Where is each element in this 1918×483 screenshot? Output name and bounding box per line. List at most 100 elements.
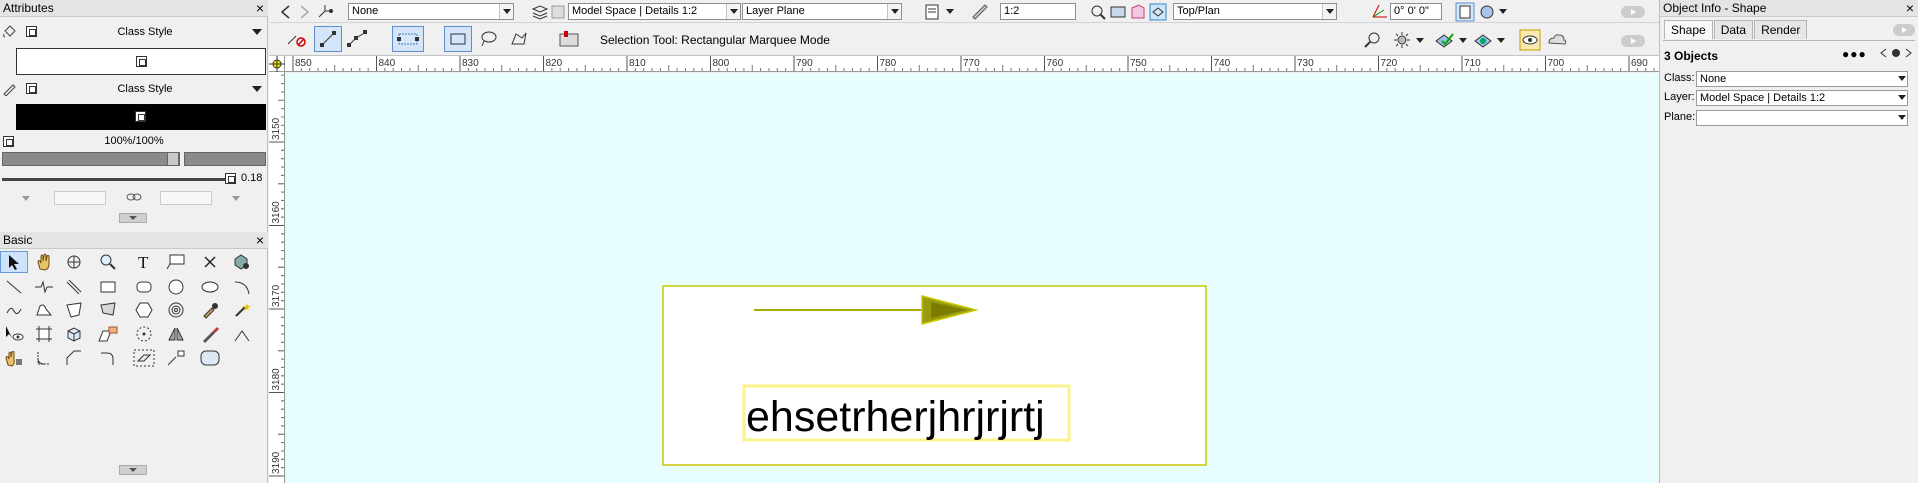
forward-arrow-icon[interactable] (295, 3, 313, 21)
layer-options-icon[interactable] (531, 3, 549, 21)
double-line-tool[interactable] (60, 276, 88, 298)
pen-opacity-slider[interactable] (184, 152, 266, 166)
flyover-tool[interactable] (60, 251, 88, 273)
active-class-combo[interactable]: None (348, 3, 514, 20)
active-plane-combo[interactable]: Layer Plane (742, 3, 902, 20)
attribute-mapping-tool[interactable] (0, 323, 28, 345)
close-object-info-icon[interactable]: × (1906, 0, 1914, 16)
multiple-object-scaling-button[interactable] (343, 26, 371, 52)
thickness-class-icon[interactable] (225, 173, 236, 184)
pen-preview-swatch[interactable] (16, 104, 266, 130)
fill-style-dropdown-icon[interactable] (252, 29, 262, 35)
start-marker-dropdown-icon[interactable] (22, 196, 30, 201)
pen-class-toggle-icon[interactable] (26, 83, 37, 94)
circle-tool[interactable] (162, 276, 190, 298)
freehand-tool[interactable] (0, 299, 28, 321)
smart-points-dropdown-icon[interactable] (1497, 38, 1505, 43)
lasso-marquee-button[interactable] (474, 26, 502, 52)
ruler-origin[interactable] (269, 56, 285, 72)
class-field[interactable]: None (1696, 71, 1908, 87)
settings-dropdown-icon[interactable] (1416, 38, 1424, 43)
end-marker-dropdown-icon[interactable] (232, 196, 240, 201)
navigation-arrows[interactable] (1878, 46, 1914, 60)
tab-render[interactable]: Render (1754, 20, 1808, 39)
end-marker-box[interactable] (160, 191, 212, 205)
view-bar-overflow-button[interactable] (1621, 6, 1645, 18)
plane-field[interactable] (1696, 110, 1908, 126)
visibility-toggle-icon[interactable] (1519, 29, 1541, 51)
start-marker-box[interactable] (54, 191, 106, 205)
selection-tool[interactable] (0, 251, 28, 273)
tab-data[interactable]: Data (1713, 20, 1754, 39)
text-tool[interactable]: T (130, 251, 158, 273)
fill-opacity-slider[interactable] (2, 152, 180, 166)
line-tool[interactable] (0, 276, 28, 298)
pen-style-dropdown-icon[interactable] (252, 86, 262, 92)
drawing-canvas[interactable]: ehsetrherjhrjrjrtj (286, 73, 1659, 483)
fill-style-row[interactable]: Class Style (0, 22, 268, 42)
saved-views-icon[interactable] (1478, 3, 1496, 21)
class-options-icon[interactable] (317, 3, 335, 21)
reshape-tool[interactable] (196, 323, 224, 345)
clip-tool[interactable] (30, 323, 58, 345)
snapping-dropdown-icon[interactable] (1459, 38, 1467, 43)
eyedrop-fill-tool[interactable] (0, 347, 28, 369)
more-options-icon[interactable]: ●●● (1842, 47, 1867, 61)
cloud-tool[interactable] (196, 347, 224, 369)
working-plane-icon[interactable] (1371, 3, 1389, 21)
layer-field[interactable]: Model Space | Details 1:2 (1696, 90, 1908, 106)
render-mode-icon[interactable] (1109, 3, 1127, 21)
spiral-shape-tool[interactable] (94, 299, 122, 321)
regular-polygon-tool[interactable] (130, 299, 158, 321)
split-tool[interactable] (228, 323, 256, 345)
disable-interactive-scaling-button[interactable] (283, 26, 311, 52)
eyedropper-tool[interactable] (196, 299, 224, 321)
rotation-field[interactable]: 0° 0' 0" (1390, 3, 1442, 20)
layer-stack-icon[interactable] (1455, 2, 1475, 22)
link-icon[interactable] (126, 192, 142, 202)
single-object-scaling-button[interactable] (314, 26, 342, 52)
vertical-ruler[interactable]: 3150 3160 3170 3180 3190 (269, 72, 285, 483)
layer-visibility-icon[interactable] (549, 3, 567, 21)
cloud-sync-icon[interactable] (1546, 29, 1568, 51)
fillet-tool[interactable] (30, 347, 58, 369)
fill-opacity-slider-thumb[interactable] (167, 152, 179, 166)
smart-points-icon[interactable] (1473, 31, 1495, 49)
polygon-tool[interactable] (60, 299, 88, 321)
chamfer-tool[interactable] (60, 347, 88, 369)
oval-tool[interactable] (196, 276, 224, 298)
trim-tool[interactable] (94, 347, 122, 369)
scale-field[interactable]: 1:2 (1000, 3, 1076, 20)
back-arrow-icon[interactable] (277, 3, 295, 21)
magic-wand-tool[interactable] (228, 299, 256, 321)
document-scale-icon[interactable] (923, 3, 941, 21)
spiral-tool[interactable] (162, 299, 190, 321)
tab-shape[interactable]: Shape (1664, 20, 1713, 39)
polyline-tool[interactable] (30, 299, 58, 321)
zoom-tool[interactable] (94, 251, 122, 273)
mirror-tool[interactable] (162, 323, 190, 345)
collapse-attributes-button[interactable] (119, 213, 147, 223)
fill-preview-swatch[interactable] (16, 48, 266, 75)
line-thickness-slider[interactable] (2, 178, 226, 181)
arc-tool[interactable] (228, 276, 256, 298)
dimension-tool[interactable] (30, 276, 58, 298)
collapse-basic-palette-button[interactable] (119, 465, 147, 475)
eraser-tool[interactable] (130, 347, 158, 369)
close-basic-palette-icon[interactable]: × (256, 232, 264, 248)
push-pull-tool[interactable] (60, 323, 88, 345)
active-layer-combo[interactable]: Model Space | Details 1:2 (568, 3, 741, 20)
symbol-insertion-tool[interactable] (228, 251, 256, 273)
projection-icon[interactable] (1129, 3, 1147, 21)
selection-preferences-button[interactable] (554, 26, 584, 52)
connect-combine-tool[interactable] (162, 347, 190, 369)
rotate-tool[interactable] (130, 323, 158, 345)
text-object[interactable]: ehsetrherjhrjrjrtj (746, 393, 1045, 441)
pan-tool[interactable] (30, 251, 58, 273)
transform-mode-button[interactable] (392, 26, 424, 52)
callout-tool[interactable] (162, 251, 190, 273)
mode-bar-overflow-button[interactable] (1621, 35, 1645, 47)
rectangle-tool[interactable] (94, 276, 122, 298)
object-info-overflow-button[interactable] (1893, 24, 1915, 36)
horizontal-ruler[interactable]: 850 840 830 820 810 800 790 780 770 760 750 740 730 7… (285, 56, 1659, 72)
